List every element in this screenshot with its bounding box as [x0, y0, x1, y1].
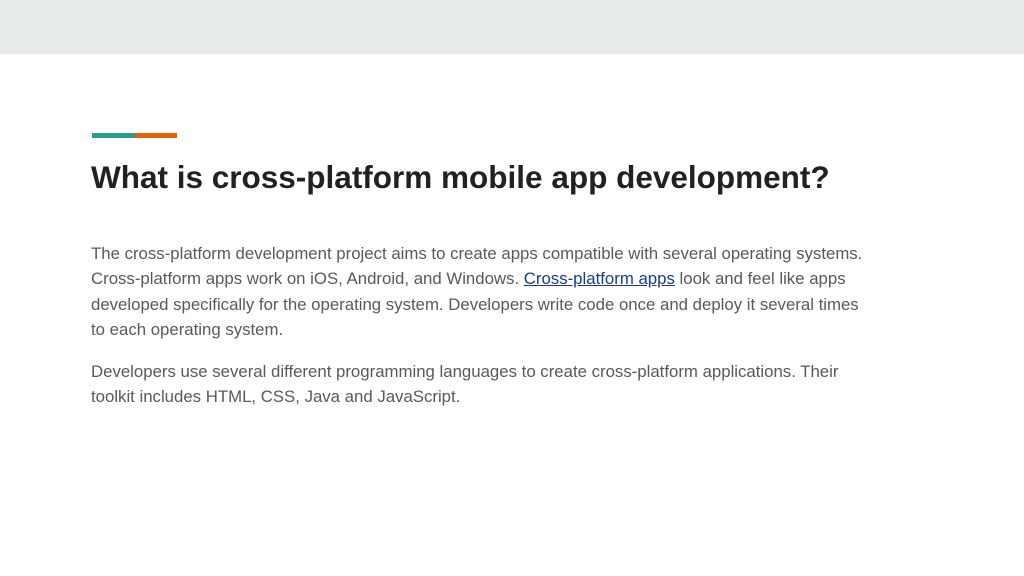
accent-teal-segment — [92, 133, 135, 138]
paragraph-1-line-2-text: Cross-platform apps work on iOS, Android… — [91, 269, 524, 289]
top-band — [0, 0, 1024, 54]
paragraph-2-line-2: toolkit includes HTML, CSS, Java and Jav… — [91, 387, 461, 407]
paragraph-2-line-1: Developers use several different program… — [91, 362, 839, 382]
slide-title: What is cross-platform mobile app develo… — [91, 159, 830, 195]
title-accent-bar — [92, 133, 177, 138]
cross-platform-apps-link[interactable]: Cross-platform apps — [524, 269, 675, 288]
slide-body: The cross-platform development project a… — [91, 241, 936, 427]
paragraph-1: The cross-platform development project a… — [91, 241, 936, 342]
paragraph-1-line-4: to each operating system. — [91, 319, 284, 339]
paragraph-2: Developers use several different program… — [91, 359, 936, 410]
paragraph-1-line-1: The cross-platform development project a… — [91, 244, 863, 263]
paragraph-1-line-3: developed specifically for the operating… — [91, 294, 859, 314]
accent-orange-segment — [135, 133, 177, 138]
paragraph-1-line-2: Cross-platform apps work on iOS, Android… — [91, 266, 936, 291]
paragraph-1-line-2-tail: look and feel like apps — [674, 269, 846, 289]
